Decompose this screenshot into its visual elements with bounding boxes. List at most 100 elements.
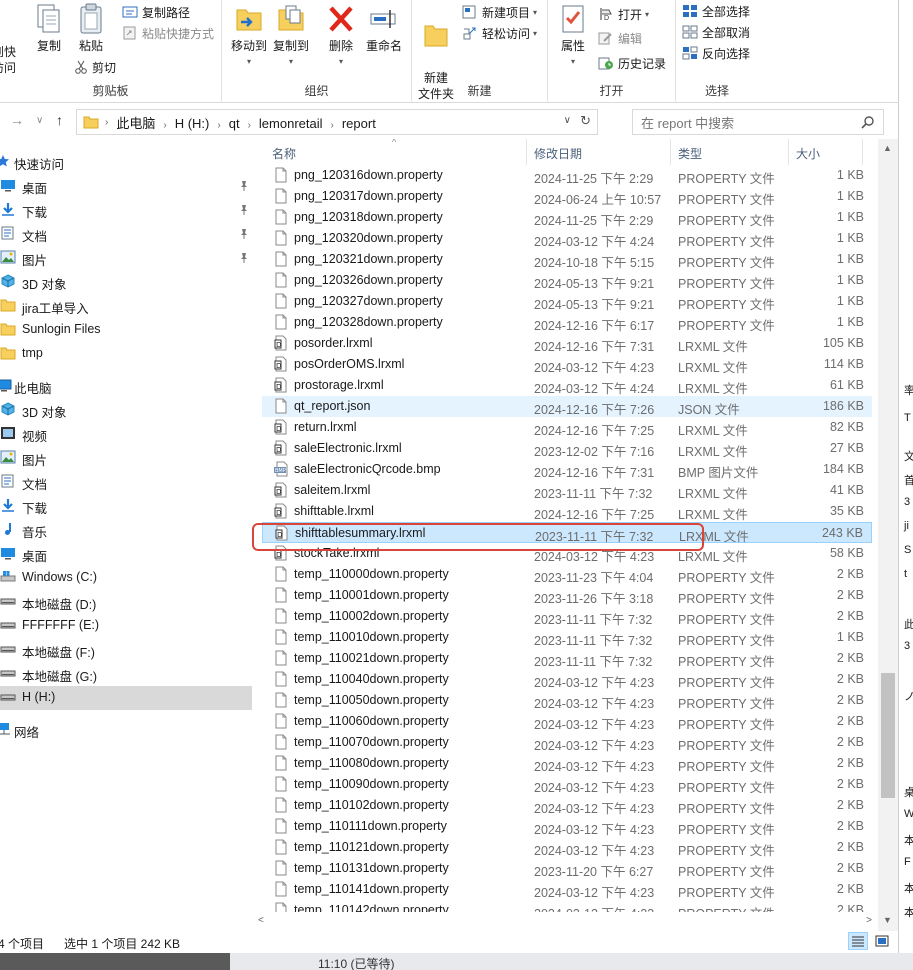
- file-row[interactable]: temp_110060down.property 2024-03-12 下午 4:…: [262, 711, 872, 732]
- file-row[interactable]: temp_110001down.property 2023-11-26 下午 3:…: [262, 585, 872, 606]
- nav-item[interactable]: tmp: [0, 342, 252, 366]
- file-row[interactable]: qt_report.json 2024-12-16 下午 7:26 JSON 文件 1…: [262, 396, 872, 417]
- nav-item[interactable]: 网络: [0, 718, 252, 742]
- nav-item[interactable]: 文档: [0, 470, 252, 494]
- column-divider[interactable]: [788, 139, 789, 165]
- file-row[interactable]: temp_110010down.property 2023-11-11 下午 7:…: [262, 627, 872, 648]
- nav-item[interactable]: 3D 对象: [0, 398, 252, 422]
- file-row[interactable]: png_120317down.property 2024-06-24 上午 10:…: [262, 186, 872, 207]
- file-row[interactable]: png_120328down.property 2024-12-16 下午 6:1…: [262, 312, 872, 333]
- file-row[interactable]: png_120321down.property 2024-10-18 下午 5:1…: [262, 249, 872, 270]
- scrollbar-thumb[interactable]: [881, 673, 895, 798]
- file-row[interactable]: Dshifttable.lrxml 2024-12-16 下午 7:25 LRXML…: [262, 501, 872, 522]
- copy-button[interactable]: 复制: [32, 2, 66, 54]
- recent-dropdown-icon[interactable]: ∨: [36, 115, 43, 126]
- breadcrumb-chevron-icon[interactable]: ›: [163, 120, 166, 131]
- large-icons-view-button[interactable]: [872, 932, 892, 950]
- file-row[interactable]: BMP saleElectronicQrcode.bmp 2024-12-16 下午…: [262, 459, 872, 480]
- file-row[interactable]: temp_110131down.property 2023-11-20 下午 6:…: [262, 858, 872, 879]
- file-row[interactable]: temp_110102down.property 2024-03-12 下午 4:…: [262, 795, 872, 816]
- breadcrumb-chevron-icon[interactable]: ›: [331, 120, 334, 131]
- pin-icon[interactable]: [239, 204, 249, 219]
- nav-item[interactable]: 下载: [0, 198, 252, 222]
- nav-item[interactable]: Sunlogin Files: [0, 318, 252, 342]
- forward-arrow-icon[interactable]: →: [10, 112, 24, 128]
- file-row[interactable]: Dposorder.lrxml 2024-12-16 下午 7:31 LRXML 文…: [262, 333, 872, 354]
- paste-shortcut-button[interactable]: 粘贴快捷方式: [122, 23, 214, 43]
- nav-item[interactable]: 下载: [0, 494, 252, 518]
- address-dropdown-icon[interactable]: ∨: [564, 115, 571, 126]
- copy-path-button[interactable]: 复制路径: [122, 2, 190, 22]
- scroll-up-icon[interactable]: ▲: [883, 143, 892, 153]
- scroll-right-icon[interactable]: >: [866, 915, 872, 926]
- address-bar[interactable]: › 此电脑 › H (H:) › qt › lemonretail › report ∨ ↻: [76, 109, 598, 135]
- breadcrumb-chevron-icon[interactable]: ›: [217, 120, 220, 131]
- breadcrumb-item[interactable]: lemonretail: [259, 116, 323, 131]
- column-divider[interactable]: [526, 139, 527, 165]
- nav-item[interactable]: 3D 对象: [0, 270, 252, 294]
- easy-access-button[interactable]: 轻松访问 ▾: [462, 23, 537, 43]
- pin-quick-access-button[interactable]: 到快 访问: [0, 28, 24, 76]
- file-row[interactable]: temp_110000down.property 2023-11-23 下午 4:…: [262, 564, 872, 585]
- cut-button[interactable]: 剪切: [74, 57, 116, 77]
- file-row[interactable]: temp_110070down.property 2024-03-12 下午 4:…: [262, 732, 872, 753]
- file-row[interactable]: temp_110050down.property 2024-03-12 下午 4:…: [262, 690, 872, 711]
- search-input[interactable]: 在 report 中搜索: [632, 109, 884, 135]
- select-all-button[interactable]: 全部选择: [682, 1, 750, 21]
- rename-button[interactable]: 重命名: [362, 2, 406, 54]
- pin-icon[interactable]: [239, 228, 249, 243]
- nav-item[interactable]: 桌面: [0, 542, 252, 566]
- breadcrumb-item[interactable]: qt: [229, 116, 240, 131]
- properties-button[interactable]: 属性 ▾: [554, 2, 592, 70]
- column-header-name[interactable]: 名称: [272, 145, 296, 162]
- file-row[interactable]: temp_110080down.property 2024-03-12 下午 4:…: [262, 753, 872, 774]
- breadcrumb-item[interactable]: 此电脑: [116, 116, 155, 131]
- file-row[interactable]: Dreturn.lrxml 2024-12-16 下午 7:25 LRXML 文件 8…: [262, 417, 872, 438]
- column-divider[interactable]: [670, 139, 671, 165]
- nav-item[interactable]: 桌面: [0, 174, 252, 198]
- file-row[interactable]: DstockTake.lrxml 2024-03-12 下午 4:23 LRXML …: [262, 543, 872, 564]
- vertical-scrollbar[interactable]: ▲ ▼: [878, 139, 898, 931]
- file-row[interactable]: Dshifttablesummary.lrxml 2023-11-11 下午 7:…: [262, 522, 872, 544]
- file-row[interactable]: png_120326down.property 2024-05-13 下午 9:2…: [262, 270, 872, 291]
- column-header-date[interactable]: 修改日期: [534, 145, 582, 162]
- file-row[interactable]: temp_110040down.property 2024-03-12 下午 4:…: [262, 669, 872, 690]
- details-view-button[interactable]: [848, 932, 868, 950]
- nav-item[interactable]: 视频: [0, 422, 252, 446]
- new-item-button[interactable]: 新建项目 ▾: [462, 2, 537, 22]
- nav-item[interactable]: 此电脑: [0, 374, 252, 398]
- paste-button[interactable]: 粘贴: [74, 2, 108, 54]
- nav-item[interactable]: 本地磁盘 (G:): [0, 662, 252, 686]
- nav-item[interactable]: FFFFFFF (E:): [0, 614, 252, 638]
- horizontal-scrollbar[interactable]: < >: [252, 912, 878, 931]
- nav-item[interactable]: 文档: [0, 222, 252, 246]
- file-row[interactable]: Dprostorage.lrxml 2024-03-12 下午 4:24 LRXML…: [262, 375, 872, 396]
- up-arrow-icon[interactable]: ↑: [56, 112, 63, 128]
- file-row[interactable]: DposOrderOMS.lrxml 2024-03-12 下午 4:23 LRXM…: [262, 354, 872, 375]
- file-row[interactable]: png_120327down.property 2024-05-13 下午 9:2…: [262, 291, 872, 312]
- file-row[interactable]: png_120316down.property 2024-11-25 下午 2:2…: [262, 165, 872, 186]
- file-row[interactable]: temp_110121down.property 2024-03-12 下午 4:…: [262, 837, 872, 858]
- open-button[interactable]: D 打开 ▾: [598, 4, 649, 24]
- nav-item[interactable]: 图片: [0, 446, 252, 470]
- copy-to-button[interactable]: 复制到 ▾: [272, 2, 310, 70]
- nav-item[interactable]: 音乐: [0, 518, 252, 542]
- breadcrumb-item[interactable]: H (H:): [175, 116, 210, 131]
- refresh-icon[interactable]: ↻: [580, 113, 591, 129]
- pin-icon[interactable]: [239, 252, 249, 267]
- breadcrumb-item[interactable]: report: [342, 116, 376, 131]
- column-divider[interactable]: [862, 139, 863, 165]
- history-button[interactable]: 历史记录: [598, 53, 666, 73]
- file-row[interactable]: DsaleElectronic.lrxml 2023-12-02 下午 7:16 L…: [262, 438, 872, 459]
- file-row[interactable]: Dsaleitem.lrxml 2023-11-11 下午 7:32 LRXML 文…: [262, 480, 872, 501]
- nav-item[interactable]: 本地磁盘 (F:): [0, 638, 252, 662]
- invert-selection-button[interactable]: 反向选择: [682, 43, 750, 63]
- nav-item[interactable]: 本地磁盘 (D:): [0, 590, 252, 614]
- file-row[interactable]: temp_110141down.property 2024-03-12 下午 4:…: [262, 879, 872, 900]
- delete-button[interactable]: 删除 ▾: [324, 2, 358, 70]
- move-to-button[interactable]: 移动到 ▾: [230, 2, 268, 70]
- file-row[interactable]: temp_110111down.property 2024-03-12 下午 4:…: [262, 816, 872, 837]
- breadcrumb-chevron-icon[interactable]: ›: [248, 120, 251, 131]
- file-row[interactable]: temp_110002down.property 2023-11-11 下午 7:…: [262, 606, 872, 627]
- nav-item[interactable]: 快速访问: [0, 150, 252, 174]
